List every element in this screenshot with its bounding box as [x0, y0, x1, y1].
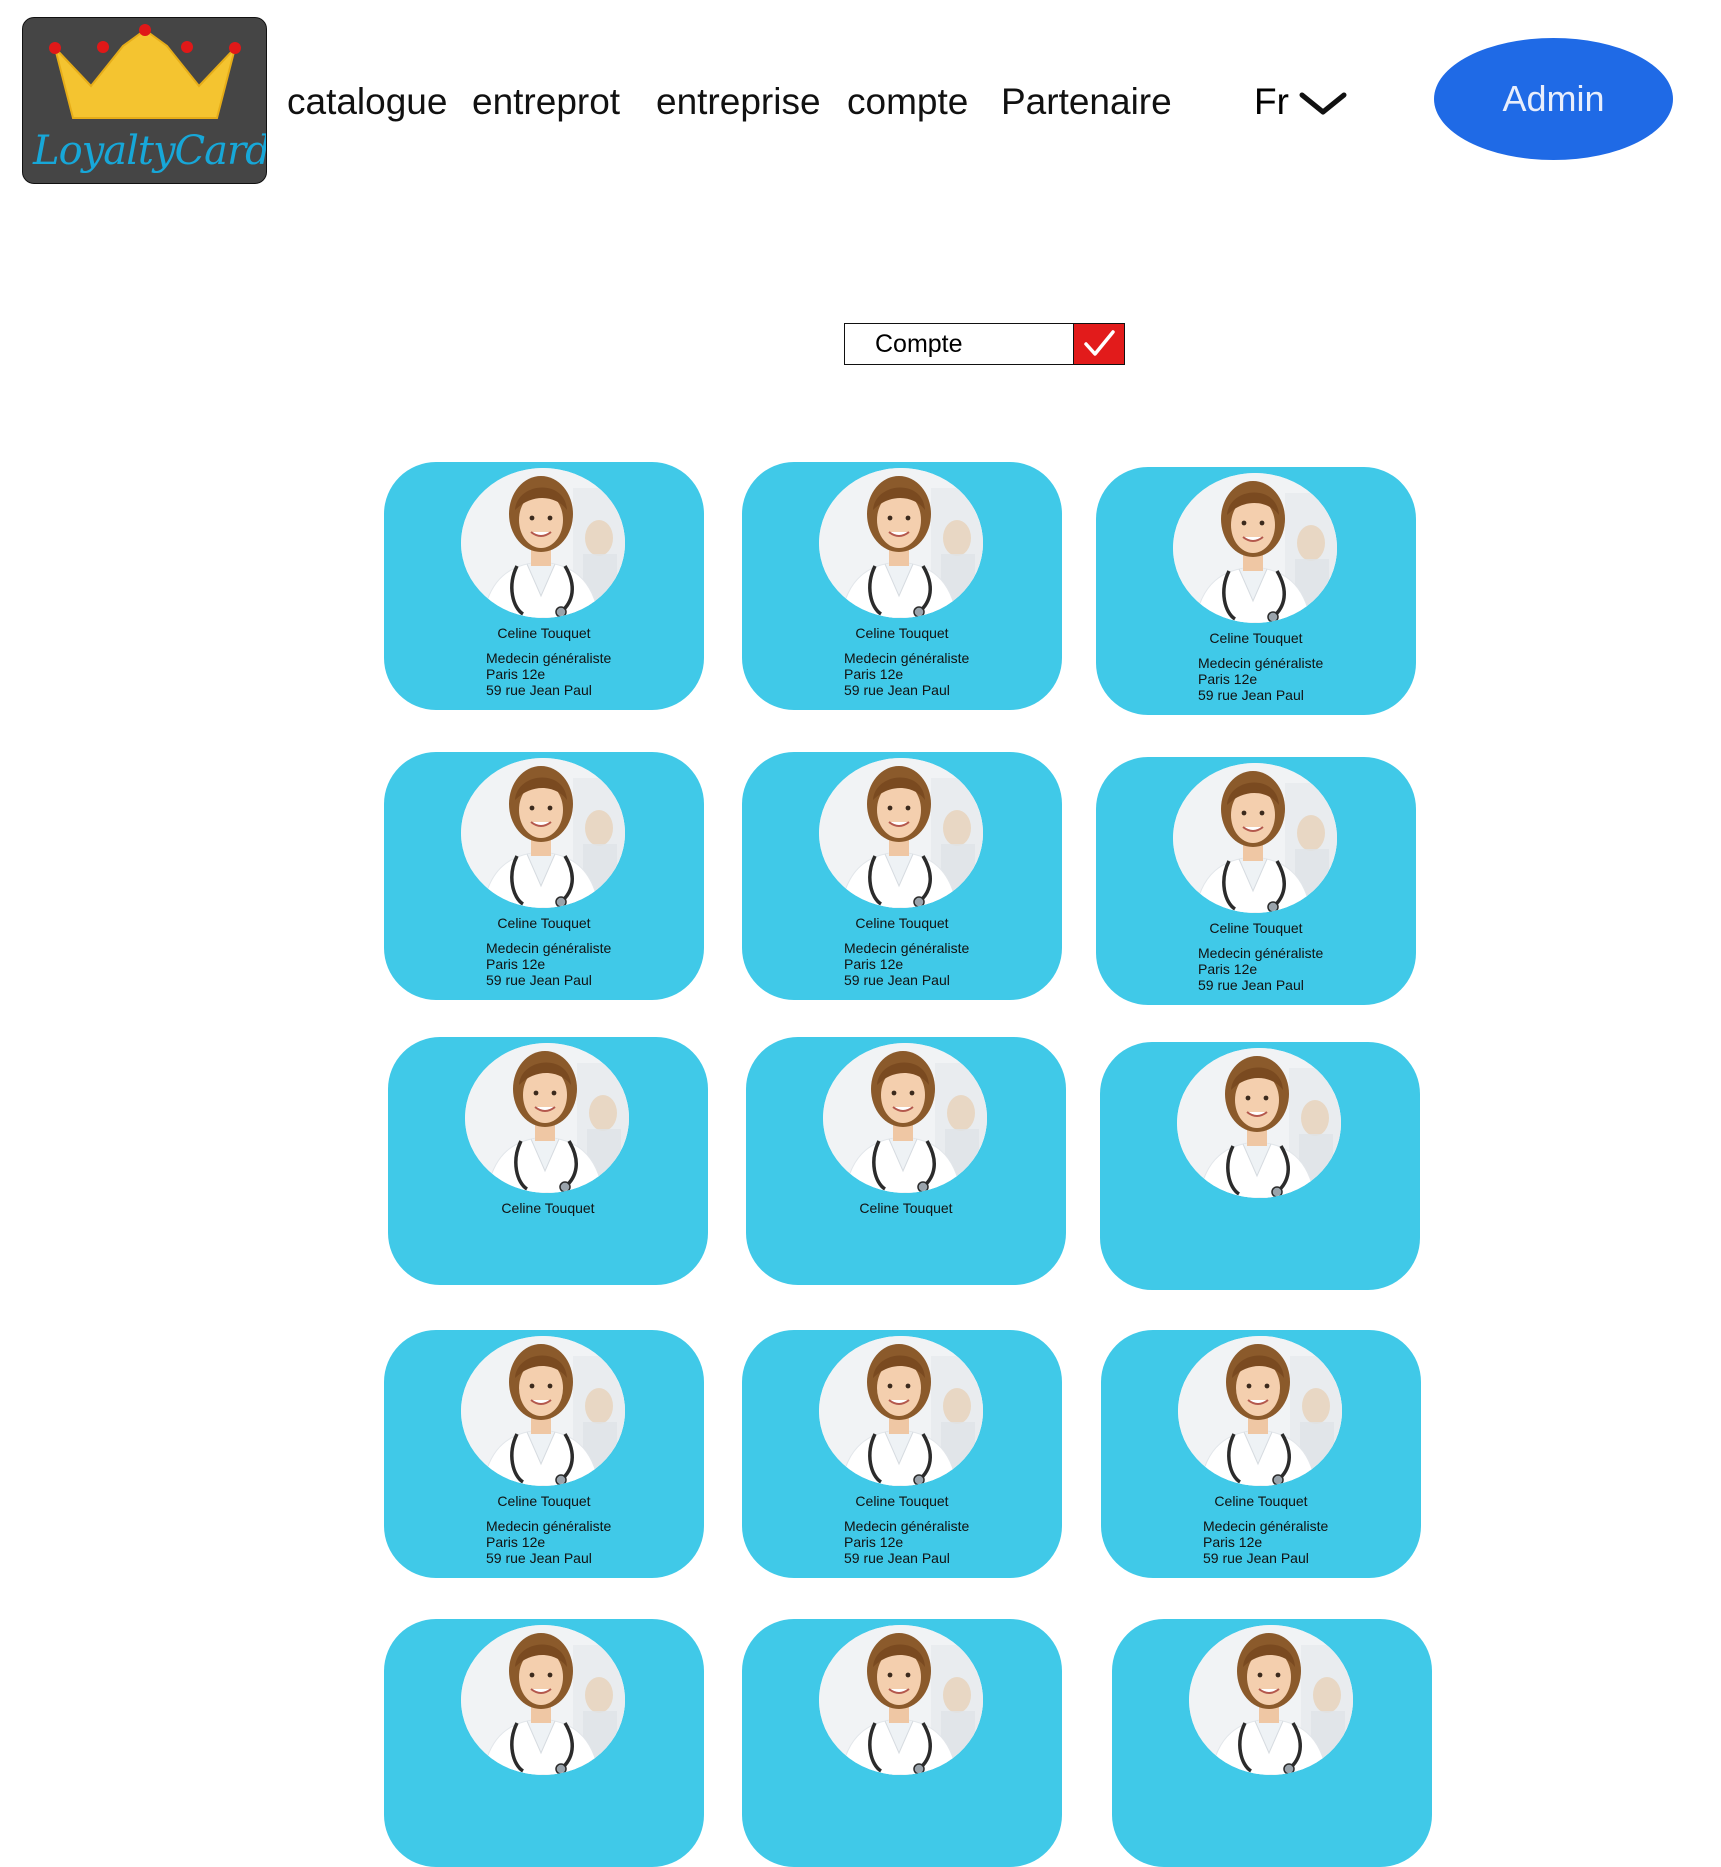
card-name: Celine Touquet: [497, 1493, 591, 1509]
card-city: Paris 12e: [1198, 671, 1258, 687]
profile-card[interactable]: Celine Touquet Medecin généraliste Paris 1…: [384, 462, 704, 710]
card-details: Medecin généraliste Paris 12e 59 rue Jean …: [844, 1518, 969, 1566]
profile-card[interactable]: [1100, 1042, 1420, 1290]
profile-card[interactable]: Celine Touquet Medecin généraliste Paris 1…: [1101, 1330, 1421, 1578]
card-city: Paris 12e: [1203, 1534, 1263, 1550]
card-details: Medecin généraliste Paris 12e 59 rue Jean …: [844, 650, 969, 698]
card-address: 59 rue Jean Paul: [486, 972, 592, 988]
profile-card[interactable]: Celine Touquet: [746, 1037, 1066, 1285]
filter-confirm-button[interactable]: [1074, 323, 1125, 365]
doctor-avatar: [1177, 1048, 1341, 1198]
card-details: Medecin généraliste Paris 12e 59 rue Jean …: [844, 940, 969, 988]
card-details: Medecin généraliste Paris 12e 59 rue Jean …: [486, 1518, 611, 1566]
card-specialty: Medecin généraliste: [1203, 1518, 1329, 1534]
doctor-avatar: [819, 1336, 983, 1486]
profile-card[interactable]: Celine Touquet Medecin généraliste Paris 1…: [742, 752, 1062, 1000]
doctor-avatar: [819, 758, 983, 908]
doctor-avatar: [461, 758, 625, 908]
card-specialty: Medecin généraliste: [1198, 945, 1324, 961]
card-name: Celine Touquet: [859, 1200, 953, 1216]
profile-card[interactable]: Celine Touquet Medecin généraliste Paris 1…: [1096, 467, 1416, 715]
profile-card[interactable]: Celine Touquet Medecin généraliste Paris 1…: [742, 1330, 1062, 1578]
card-name: Celine Touquet: [1209, 630, 1303, 646]
doctor-avatar: [1173, 763, 1337, 913]
card-address: 59 rue Jean Paul: [844, 1550, 950, 1566]
chevron-down-icon: [1299, 92, 1347, 115]
card-name: Celine Touquet: [501, 1200, 595, 1216]
card-city: Paris 12e: [844, 956, 904, 972]
card-address: 59 rue Jean Paul: [1198, 977, 1304, 993]
card-name: Celine Touquet: [1209, 920, 1303, 936]
card-city: Paris 12e: [844, 1534, 904, 1550]
admin-button[interactable]: Admin: [1434, 38, 1673, 160]
nav-compte[interactable]: compte: [847, 80, 968, 124]
doctor-avatar: [461, 1625, 625, 1775]
card-name: Celine Touquet: [497, 915, 591, 931]
doctor-avatar: [1189, 1625, 1353, 1775]
profile-card[interactable]: [742, 1619, 1062, 1867]
doctor-avatar: [1178, 1336, 1342, 1486]
card-address: 59 rue Jean Paul: [1198, 687, 1304, 703]
nav-entreprise[interactable]: entreprise: [656, 80, 821, 124]
doctor-avatar: [461, 1336, 625, 1486]
checkmark-icon: [1084, 330, 1115, 356]
card-name: Celine Touquet: [855, 1493, 949, 1509]
card-specialty: Medecin généraliste: [844, 650, 970, 666]
card-details: Medecin généraliste Paris 12e 59 rue Jean …: [486, 940, 611, 988]
card-city: Paris 12e: [486, 666, 546, 682]
profile-card[interactable]: Celine Touquet Medecin généraliste Paris 1…: [384, 752, 704, 1000]
card-details: Medecin généraliste Paris 12e 59 rue Jean …: [1198, 655, 1323, 703]
logo[interactable]: LoyaltyCard: [22, 17, 267, 184]
card-specialty: Medecin généraliste: [486, 940, 612, 956]
card-city: Paris 12e: [1198, 961, 1258, 977]
logo-text: LoyaltyCard: [33, 128, 267, 174]
profile-card[interactable]: Celine Touquet Medecin généraliste Paris 1…: [742, 462, 1062, 710]
card-address: 59 rue Jean Paul: [1203, 1550, 1309, 1566]
card-specialty: Medecin généraliste: [1198, 655, 1324, 671]
card-address: 59 rue Jean Paul: [486, 682, 592, 698]
card-address: 59 rue Jean Paul: [844, 972, 950, 988]
profile-card[interactable]: Celine Touquet Medecin généraliste Paris 1…: [384, 1330, 704, 1578]
card-specialty: Medecin généraliste: [844, 940, 970, 956]
filter-field[interactable]: Compte: [844, 323, 1074, 365]
card-name: Celine Touquet: [855, 915, 949, 931]
card-specialty: Medecin généraliste: [486, 650, 612, 666]
card-details: Medecin généraliste Paris 12e 59 rue Jean …: [1198, 945, 1323, 993]
account-filter: Compte: [844, 323, 1125, 365]
card-address: 59 rue Jean Paul: [844, 682, 950, 698]
card-specialty: Medecin généraliste: [844, 1518, 970, 1534]
card-name: Celine Touquet: [497, 625, 591, 641]
doctor-avatar: [819, 468, 983, 618]
nav-partenaire[interactable]: Partenaire: [1001, 80, 1172, 124]
doctor-avatar: [819, 1625, 983, 1775]
doctor-avatar: [823, 1043, 987, 1193]
card-name: Celine Touquet: [855, 625, 949, 641]
card-city: Paris 12e: [844, 666, 904, 682]
card-address: 59 rue Jean Paul: [486, 1550, 592, 1566]
doctor-avatar: [1173, 473, 1337, 623]
nav-entreprot[interactable]: entreprot: [472, 80, 620, 124]
profile-card[interactable]: Celine Touquet Medecin généraliste Paris 1…: [1096, 757, 1416, 1005]
card-city: Paris 12e: [486, 956, 546, 972]
card-details: Medecin généraliste Paris 12e 59 rue Jean …: [486, 650, 611, 698]
doctor-avatar: [461, 468, 625, 618]
language-label: Fr: [1254, 81, 1289, 122]
card-details: Medecin généraliste Paris 12e 59 rue Jean …: [1203, 1518, 1328, 1566]
profile-card[interactable]: Celine Touquet: [388, 1037, 708, 1285]
crown-icon: [49, 24, 241, 119]
profile-card[interactable]: [384, 1619, 704, 1867]
doctor-avatar: [465, 1043, 629, 1193]
card-city: Paris 12e: [486, 1534, 546, 1550]
profile-card[interactable]: [1112, 1619, 1432, 1867]
card-name: Celine Touquet: [1214, 1493, 1308, 1509]
language-selector[interactable]: Fr: [1254, 80, 1347, 124]
card-specialty: Medecin généraliste: [486, 1518, 612, 1534]
nav-catalogue[interactable]: catalogue: [287, 80, 447, 124]
